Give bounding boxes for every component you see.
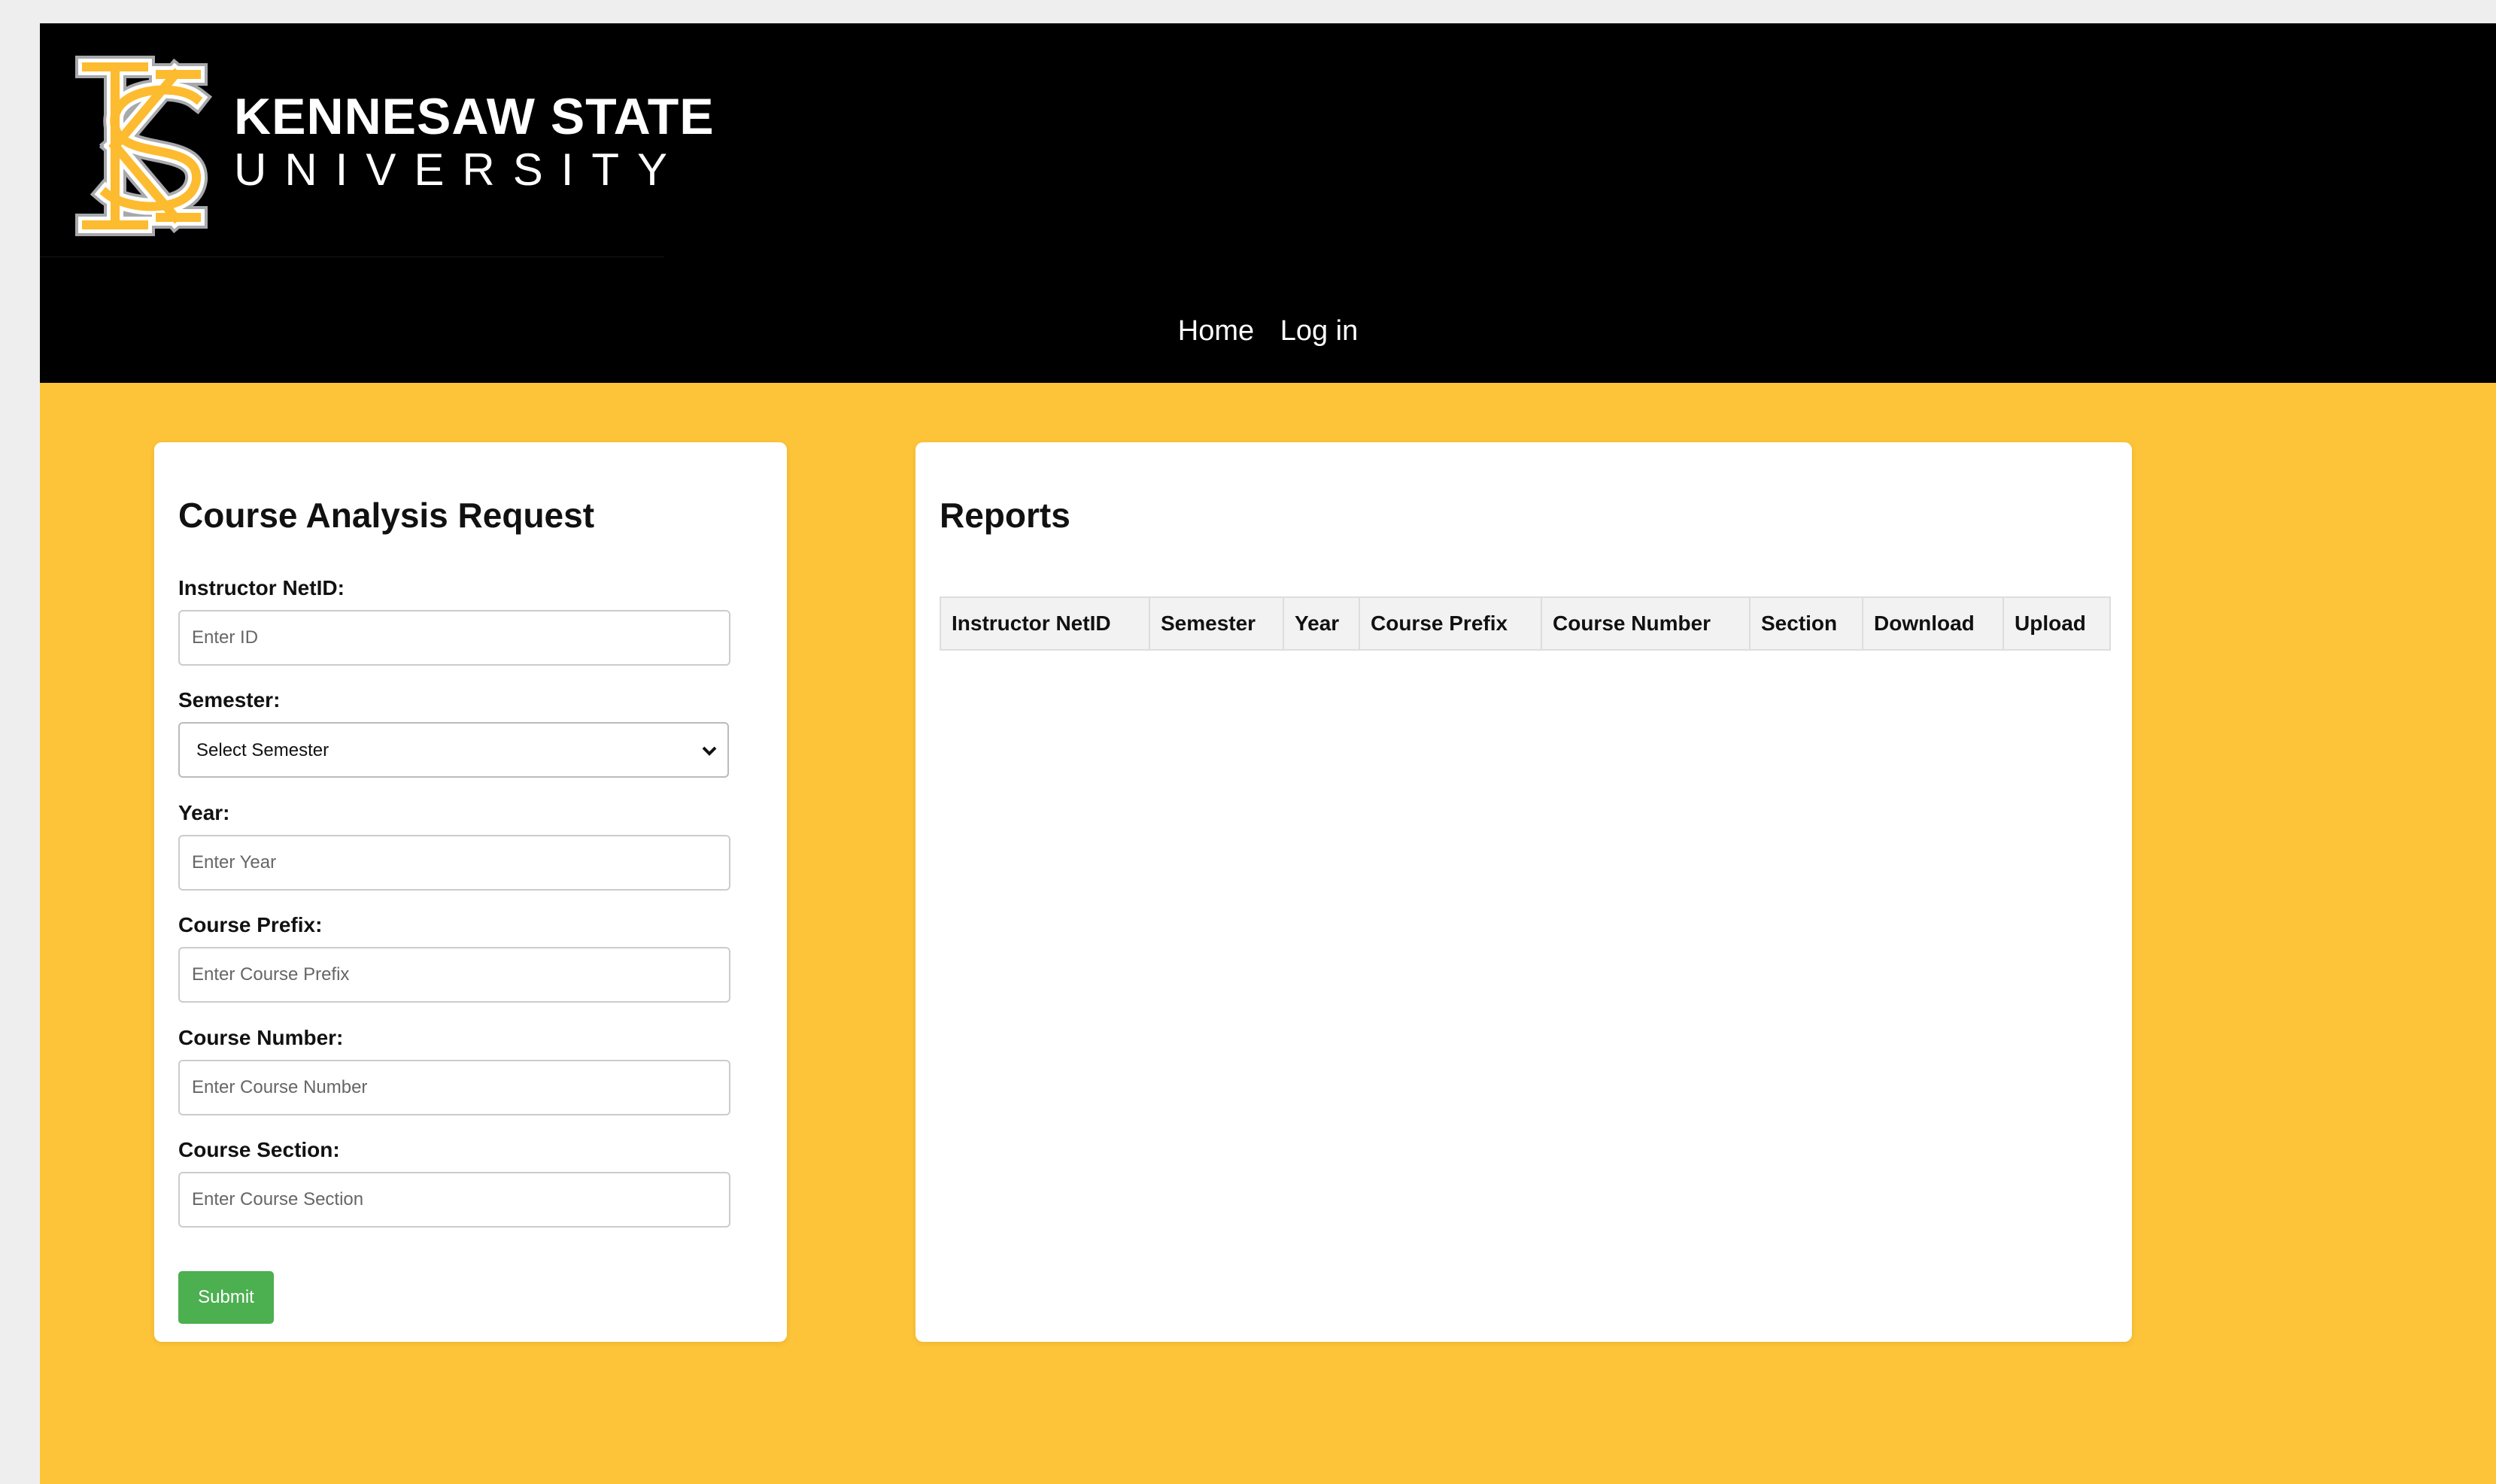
- course-number-input[interactable]: [178, 1060, 730, 1115]
- semester-select-value: Select Semester: [196, 740, 329, 760]
- instructor-netid-input[interactable]: [178, 610, 730, 666]
- semester-select[interactable]: Select Semester: [178, 722, 729, 778]
- column-header-upload: Upload: [2003, 596, 2111, 651]
- university-wordmark: KENNESAW STATE UNIVERSITY: [234, 90, 715, 196]
- chevron-down-icon: [702, 746, 717, 756]
- main-navigation: Home Log in: [40, 315, 2496, 347]
- course-analysis-request-card: Course Analysis Request Instructor NetID…: [154, 442, 787, 1342]
- university-logo[interactable]: KENNESAW STATE UNIVERSITY: [40, 23, 714, 257]
- course-prefix-input[interactable]: [178, 947, 730, 1003]
- semester-label: Semester:: [178, 688, 281, 712]
- nav-home-link[interactable]: Home: [1178, 315, 1254, 347]
- university-name-line1: KENNESAW STATE: [234, 88, 715, 145]
- course-prefix-label: Course Prefix:: [178, 913, 323, 936]
- instructor-netid-label: Instructor NetID:: [178, 576, 345, 599]
- kennesaw-state-logo-icon: [75, 56, 213, 236]
- course-number-label: Course Number:: [178, 1026, 344, 1049]
- column-header-instructor-netid: Instructor NetID: [940, 596, 1150, 651]
- course-section-input[interactable]: [178, 1172, 730, 1228]
- column-header-download: Download: [1862, 596, 2004, 651]
- year-label: Year:: [178, 801, 230, 824]
- university-name-line2: UNIVERSITY: [234, 144, 686, 195]
- reports-card: Reports Instructor NetID Semester Year C…: [916, 442, 2132, 1342]
- page-viewport: KENNESAW STATE UNIVERSITY Home Log in Co…: [40, 23, 2496, 1484]
- reports-table: Instructor NetID Semester Year Course Pr…: [940, 596, 2111, 651]
- site-header: KENNESAW STATE UNIVERSITY Home Log in: [40, 23, 2496, 383]
- column-header-section: Section: [1749, 596, 1863, 651]
- year-input[interactable]: [178, 835, 730, 891]
- form-title: Course Analysis Request: [178, 496, 595, 535]
- column-header-semester: Semester: [1149, 596, 1284, 651]
- nav-login-link[interactable]: Log in: [1280, 315, 1359, 347]
- column-header-course-number: Course Number: [1541, 596, 1751, 651]
- submit-button[interactable]: Submit: [178, 1271, 274, 1324]
- column-header-year: Year: [1283, 596, 1360, 651]
- reports-title: Reports: [940, 496, 1070, 535]
- course-section-label: Course Section:: [178, 1138, 340, 1161]
- reports-table-header-row: Instructor NetID Semester Year Course Pr…: [940, 596, 2111, 651]
- column-header-course-prefix: Course Prefix: [1359, 596, 1542, 651]
